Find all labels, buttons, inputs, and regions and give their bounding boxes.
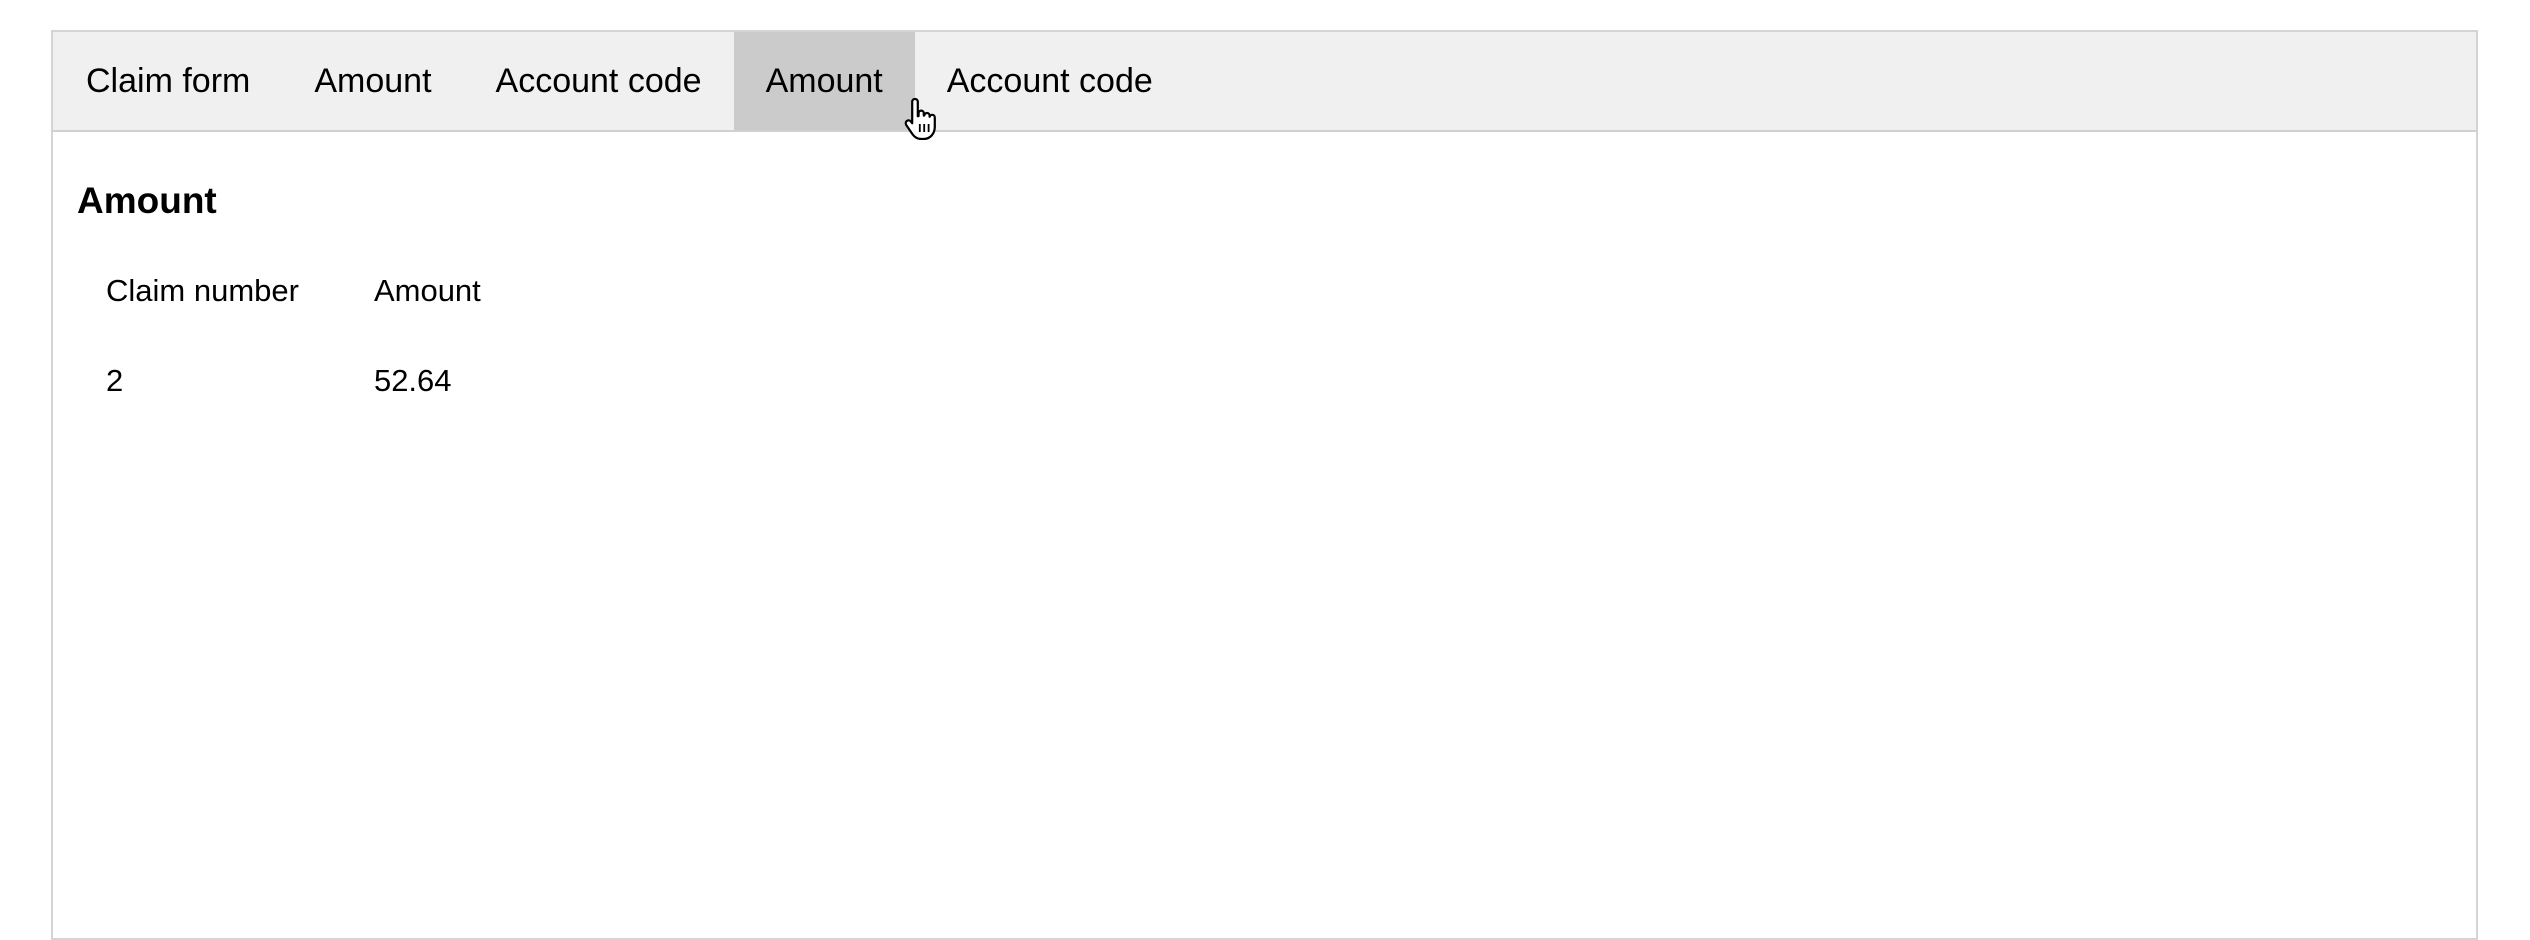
table-row: 2 52.64: [91, 333, 541, 429]
tab-account-code-2[interactable]: Account code: [915, 32, 1185, 130]
tab-account-code[interactable]: Account code: [464, 32, 734, 130]
panel-heading: Amount: [77, 180, 217, 221]
column-header-claim-number: Claim number: [106, 273, 299, 308]
column-header-amount: Amount: [373, 273, 481, 308]
amount-table: Claim number Amount 2 52.64: [91, 273, 541, 429]
tab-claim-form[interactable]: Claim form: [54, 32, 282, 130]
cell-amount: 52.64: [373, 363, 452, 398]
cell-claim-number: 2: [106, 363, 124, 398]
tab-content: Amount Claim number Amount 2 52.64: [77, 182, 541, 429]
tab-amount-active[interactable]: Amount: [733, 32, 915, 130]
hand-pointer-icon: [904, 97, 936, 140]
tabbed-panel: Claim form Amount Account code Amount Ac…: [51, 30, 2478, 940]
tab-amount[interactable]: Amount: [282, 32, 463, 130]
tab-bar: Claim form Amount Account code Amount Ac…: [53, 32, 2476, 132]
table-header-row: Claim number Amount: [91, 273, 541, 333]
